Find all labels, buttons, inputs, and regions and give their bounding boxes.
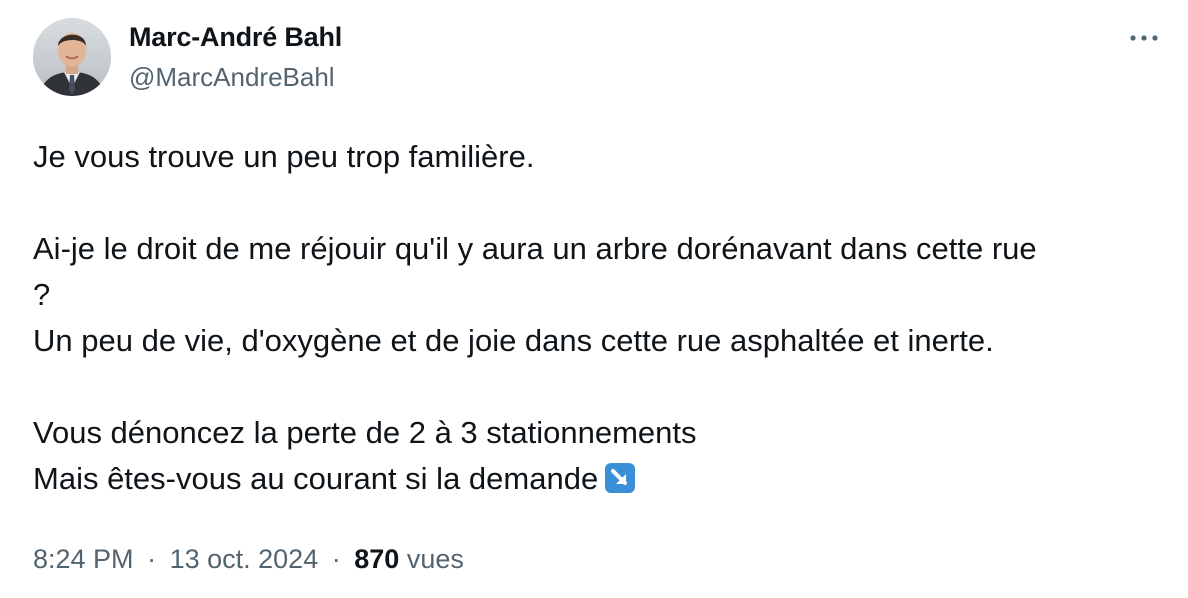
tweet-line-last: Mais êtes-vous au courant si la demande	[33, 456, 1173, 502]
meta-separator: ·	[147, 544, 157, 574]
tweet-line: Vous dénoncez la perte de 2 à 3 stationn…	[33, 415, 697, 450]
tweet-time[interactable]: 8:24 PM	[33, 544, 134, 574]
tweet-text: Je vous trouve un peu trop familière. Ai…	[33, 134, 1173, 502]
meta-separator: ·	[331, 544, 341, 574]
author-handle[interactable]: @MarcAndreBahl	[129, 62, 335, 93]
tweet-line: Je vous trouve un peu trop familière.	[33, 139, 535, 174]
tweet-line-text: Mais êtes-vous au courant si la demande	[33, 461, 599, 496]
tweet-card: Marc-André Bahl @MarcAndreBahl Je vous t…	[0, 0, 1188, 598]
author-name[interactable]: Marc-André Bahl	[129, 22, 342, 53]
more-horizontal-icon	[1130, 35, 1158, 41]
view-label: vues	[406, 544, 464, 574]
view-count[interactable]: 870	[354, 544, 399, 574]
tweet-line: Ai-je le droit de me réjouir qu'il y aur…	[33, 231, 1037, 266]
arrow-down-right-icon	[605, 463, 636, 493]
avatar[interactable]	[33, 18, 111, 96]
more-options-button[interactable]	[1124, 22, 1164, 54]
tweet-line: ?	[33, 277, 51, 312]
tweet-metadata: 8:24 PM · 13 oct. 2024 · 870 vues	[33, 544, 464, 575]
tweet-line: Un peu de vie, d'oxygène et de joie dans…	[33, 323, 994, 358]
tweet-date[interactable]: 13 oct. 2024	[170, 544, 319, 574]
